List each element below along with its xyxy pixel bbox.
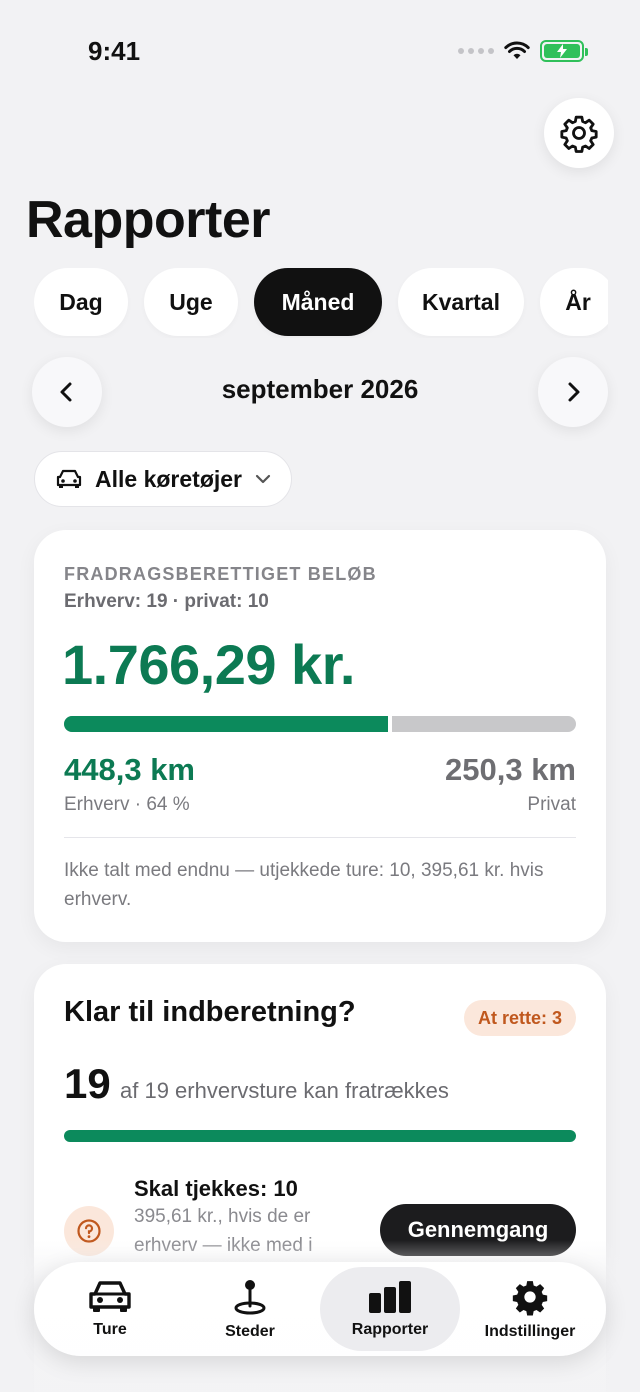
location-pin-icon <box>234 1280 266 1315</box>
tab-bar-label: Rapporter <box>351 1321 429 1338</box>
private-label: Privat <box>527 794 576 815</box>
period-label: september 2026 <box>221 374 419 404</box>
wifi-icon <box>504 41 530 59</box>
trip-split-subtitle: Erhverv: 19 · privat: 10 <box>64 591 269 612</box>
km-split-bar <box>64 716 576 732</box>
car-icon <box>89 1281 131 1312</box>
deductible-trip-count: 19 <box>64 1060 111 1107</box>
deductible-summary-card: FRADRAGSBERETTIGET BELØB Erhverv: 19 · p… <box>34 530 606 942</box>
ready-card-title: Klar til indberetning? <box>64 996 356 1028</box>
page-title: Rapporter <box>26 191 270 249</box>
unchecked-trips-note: Ikke talt med endnu — utjekkede ture: 10… <box>64 860 544 910</box>
private-km: 250,3 km <box>445 752 576 787</box>
bar-chart-icon <box>369 1281 411 1313</box>
settings-button[interactable] <box>544 98 614 168</box>
business-label: Erhverv · 64 % <box>64 794 190 815</box>
tab-bar-places[interactable]: Steder <box>180 1267 320 1351</box>
tab-bar-trips[interactable]: Ture <box>40 1267 180 1351</box>
deductible-trip-desc: af 19 erhvervsture kan fratrækkes <box>120 1078 449 1103</box>
next-period-button[interactable] <box>538 357 608 427</box>
tab-bar-label: Steder <box>225 1323 275 1340</box>
previous-period-button[interactable] <box>32 357 102 427</box>
status-time: 9:41 <box>88 36 141 66</box>
vehicle-filter-dropdown[interactable]: Alle køretøjer <box>34 451 292 507</box>
vehicle-filter-label: Alle køretøjer <box>95 465 242 492</box>
business-share-fill <box>64 716 392 732</box>
tab-month[interactable]: Måned <box>254 268 382 336</box>
battery-icon <box>540 40 588 62</box>
car-icon <box>56 469 82 488</box>
signal-icon <box>458 48 494 54</box>
divider <box>64 837 576 838</box>
tab-day[interactable]: Dag <box>34 268 128 336</box>
chevron-right-icon <box>568 382 580 402</box>
deductible-amount: 1.766,29 kr. <box>62 633 355 696</box>
gear-icon <box>560 115 598 153</box>
tab-quarter[interactable]: Kvartal <box>398 268 524 336</box>
ready-progress-bar <box>64 1130 576 1142</box>
chevron-down-icon <box>255 474 271 484</box>
tab-bar-label: Ture <box>93 1321 127 1338</box>
tab-bar-label: Indstillinger <box>484 1323 576 1340</box>
period-tabs: Dag Uge Måned Kvartal År <box>34 268 608 338</box>
needs-check-title: Skal tjekkes: 10 <box>134 1176 298 1201</box>
gear-icon <box>512 1281 548 1316</box>
tab-bar-settings[interactable]: Indstillinger <box>460 1267 600 1351</box>
status-icons <box>458 40 588 62</box>
status-bar: 9:41 <box>0 0 640 100</box>
tab-bar-reports[interactable]: Rapporter <box>320 1267 460 1351</box>
tab-week[interactable]: Uge <box>144 268 238 336</box>
tab-year[interactable]: År <box>540 268 608 336</box>
bottom-tab-bar: Ture Steder Rapporter Indstillinger <box>34 1262 606 1356</box>
chevron-left-icon <box>60 382 72 402</box>
card-eyebrow: FRADRAGSBERETTIGET BELØB <box>64 564 377 584</box>
to-fix-badge[interactable]: At rette: 3 <box>463 1000 576 1036</box>
business-km: 448,3 km <box>64 752 195 787</box>
